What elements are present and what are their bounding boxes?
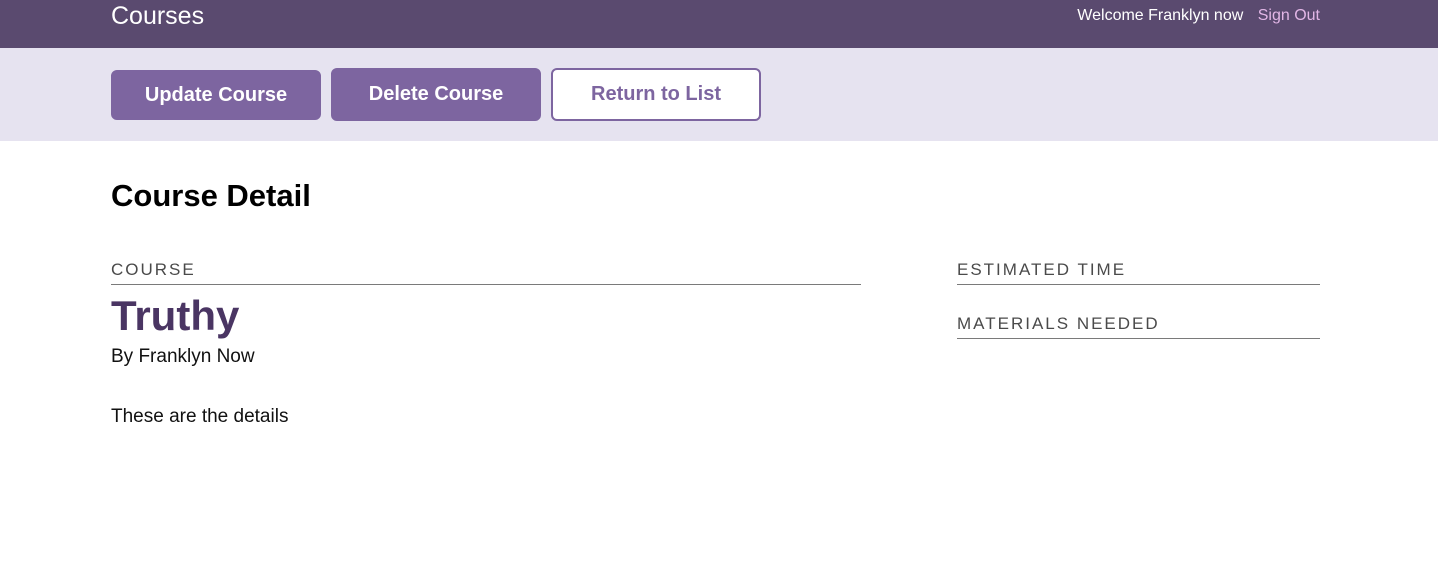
page-title: Course Detail bbox=[111, 178, 311, 213]
sign-out-link[interactable]: Sign Out bbox=[1258, 7, 1320, 24]
delete-course-button[interactable]: Delete Course bbox=[331, 68, 541, 121]
user-nav: Welcome Franklyn now Sign Out bbox=[1077, 6, 1320, 26]
course-description: These are the details bbox=[111, 406, 289, 427]
course-author: By Franklyn Now bbox=[111, 346, 255, 367]
course-meta-column: ESTIMATED TIME MATERIALS NEEDED bbox=[957, 260, 1320, 339]
app-title[interactable]: Courses bbox=[111, 2, 204, 30]
estimated-time-label: ESTIMATED TIME bbox=[957, 260, 1320, 285]
update-course-button[interactable]: Update Course bbox=[111, 70, 321, 120]
course-section-label: COURSE bbox=[111, 260, 861, 285]
welcome-text: Welcome Franklyn now bbox=[1077, 7, 1244, 24]
materials-needed-label: MATERIALS NEEDED bbox=[957, 314, 1320, 339]
return-to-list-button[interactable]: Return to List bbox=[551, 68, 761, 121]
course-title: Truthy bbox=[111, 292, 240, 339]
course-info-column: COURSE Truthy By Franklyn Now These are … bbox=[111, 260, 861, 429]
app-header: Courses Welcome Franklyn now Sign Out bbox=[0, 0, 1438, 48]
actions-bar: Update Course Delete Course Return to Li… bbox=[0, 48, 1438, 141]
